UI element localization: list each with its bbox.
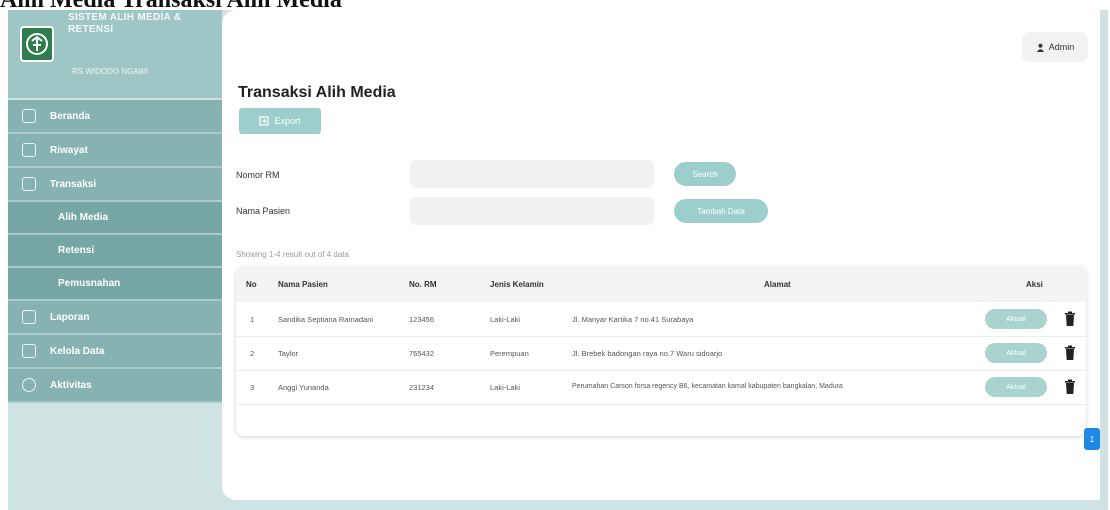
name-label: Nama Pasien <box>236 206 291 216</box>
col-jk: Jenis Kelamin <box>490 280 544 289</box>
sidebar-item-label: Transaksi <box>50 178 97 190</box>
trash-icon[interactable] <box>1063 311 1077 327</box>
sidebar-item-label: Kelola Data <box>50 345 105 357</box>
sidebar-item-beranda[interactable]: Beranda <box>8 100 222 134</box>
trash-icon[interactable] <box>1063 379 1077 395</box>
document-icon <box>22 143 36 157</box>
cell-jk: Laki-Laki <box>490 315 521 324</box>
report-icon <box>22 310 36 324</box>
sidebar-item-label: Beranda <box>50 110 91 122</box>
transaction-icon <box>22 177 36 191</box>
trash-icon[interactable] <box>1063 345 1077 361</box>
cell-jk: Perempuan <box>490 349 529 358</box>
name-input[interactable] <box>410 197 654 225</box>
table-header: No Nama Pasien No. RM Jenis Kelamin Alam… <box>236 266 1086 302</box>
cell-rm: 765432 <box>409 349 435 358</box>
app-subtitle: RS WIDODO NGAWI <box>72 67 149 76</box>
rm-label: Nomor RM <box>236 170 280 180</box>
cell-no: 3 <box>250 383 255 392</box>
sidebar-subitem-alih-media[interactable]: Alih Media <box>8 202 222 235</box>
sidebar-item-label: Aktivitas <box>50 379 92 391</box>
cell-alamat: Jl. Brebek badongan raya no.7 Waru sidoa… <box>572 349 723 358</box>
table-row: 3 Anggi Yunanda 231234 Laki-Laki Perumah… <box>236 370 1086 405</box>
sidebar-item-riwayat[interactable]: Riwayat <box>8 134 222 168</box>
col-no: No <box>246 280 257 289</box>
user-menu-button[interactable]: Admin <box>1022 32 1088 62</box>
sidebar: SISTEM ALIH MEDIA & RETENSI RS WIDODO NG… <box>8 10 222 510</box>
cell-nama: Sandika Septiana Ramadani <box>278 315 374 324</box>
activity-icon <box>22 378 36 392</box>
sidebar-item-kelola-data[interactable]: Kelola Data <box>8 335 222 369</box>
sidebar-item-laporan[interactable]: Laporan <box>8 301 222 335</box>
aksi-button[interactable]: Aktual <box>985 343 1047 363</box>
sidebar-subitem-retensi[interactable]: Retensi <box>8 235 222 268</box>
col-nama: Nama Pasien <box>278 280 328 289</box>
cell-no: 1 <box>250 315 255 324</box>
cell-nama: Taylor <box>278 349 299 358</box>
cell-jk: Laki-Laki <box>490 383 521 392</box>
sidebar-item-label: Laporan <box>50 311 90 323</box>
cell-rm: 123456 <box>409 315 435 324</box>
col-aksi: Aksi <box>1026 280 1043 289</box>
col-rm: No. RM <box>409 280 437 289</box>
user-label: Admin <box>1048 42 1075 52</box>
main-content: Admin Transaksi Alih Media Export Nomor … <box>222 10 1100 500</box>
sidebar-menu: Beranda Riwayat Transaksi Alih Media Ret… <box>8 100 222 403</box>
data-table: No Nama Pasien No. RM Jenis Kelamin Alam… <box>236 266 1086 436</box>
user-icon <box>1036 43 1044 52</box>
table-row: 1 Sandika Septiana Ramadani 123456 Laki-… <box>236 302 1086 337</box>
export-button[interactable]: Export <box>239 108 321 134</box>
search-button[interactable]: Search <box>674 162 736 186</box>
add-data-button[interactable]: Tambah Data <box>674 199 768 223</box>
brand-header: SISTEM ALIH MEDIA & RETENSI RS WIDODO NG… <box>8 10 222 98</box>
data-icon <box>22 344 36 358</box>
cell-nama: Anggi Yunanda <box>278 383 329 392</box>
cell-no: 2 <box>250 349 255 358</box>
aksi-button[interactable]: Aktual <box>985 309 1047 329</box>
cell-alamat: Jl. Manyar Kartika 7 no.41 Surabaya <box>572 315 694 324</box>
col-alamat: Alamat <box>764 280 791 289</box>
rm-input[interactable] <box>410 160 654 188</box>
home-icon <box>22 109 36 123</box>
result-count: Showing 1-4 result out of 4 data <box>236 250 349 259</box>
cell-alamat: Perumahan Carson forsa regency B6, kecam… <box>572 383 843 390</box>
sidebar-item-label: Riwayat <box>50 144 88 156</box>
hospital-logo-icon <box>20 26 54 62</box>
sidebar-subitem-pemusnahan[interactable]: Pemusnahan <box>8 268 222 301</box>
page-title: Transaksi Alih Media <box>238 84 396 101</box>
export-label: Export <box>274 116 301 126</box>
aksi-button[interactable]: Aktual <box>985 377 1047 397</box>
export-icon <box>259 116 270 126</box>
cell-rm: 231234 <box>409 383 435 392</box>
sidebar-item-transaksi[interactable]: Transaksi <box>8 168 222 202</box>
app-title: SISTEM ALIH MEDIA & RETENSI <box>68 12 182 35</box>
table-row: 2 Taylor 765432 Perempuan Jl. Brebek bad… <box>236 336 1086 371</box>
sidebar-item-aktivitas[interactable]: Aktivitas <box>8 369 222 403</box>
pagination-page-button[interactable]: 1 <box>1084 428 1100 450</box>
